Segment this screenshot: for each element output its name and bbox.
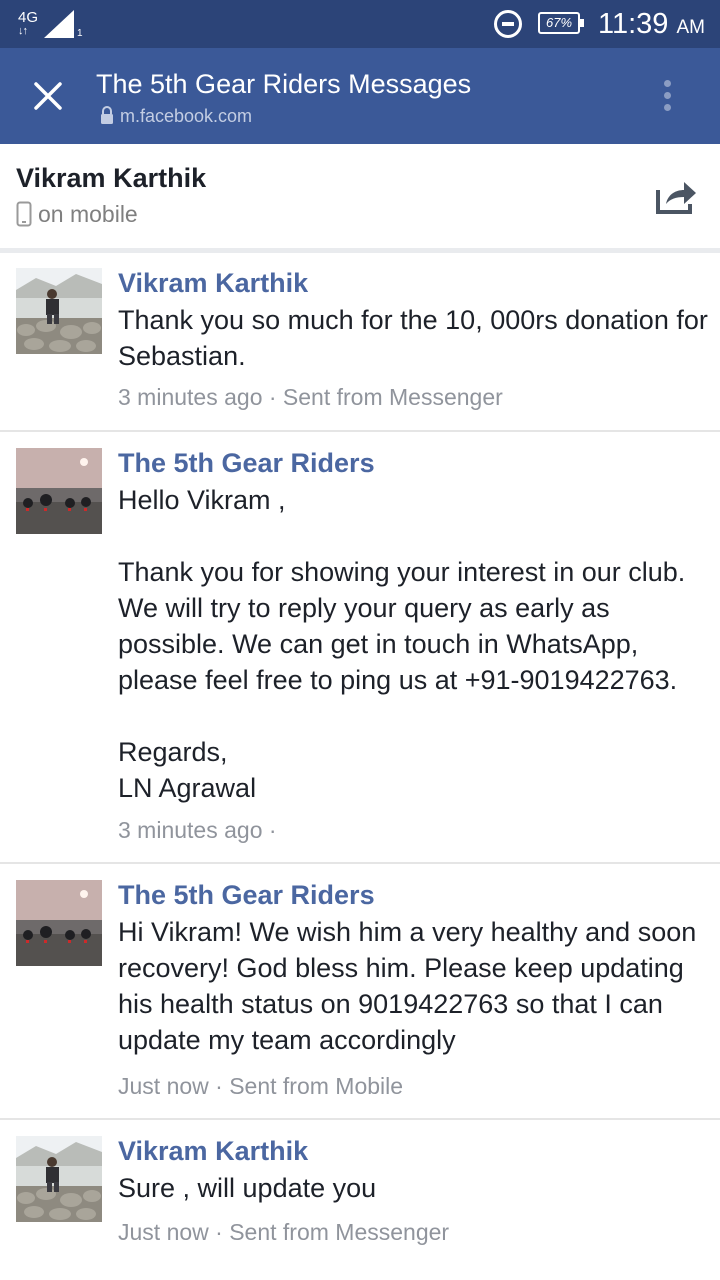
app-bar: The 5th Gear Riders Messages m.facebook.… [0, 48, 720, 144]
message-meta: 3 minutes ago · Sent from Messenger [118, 384, 503, 410]
do-not-disturb-icon [494, 10, 522, 38]
message-item: The 5th Gear Riders Hi Vikram! We wish h… [0, 864, 720, 1118]
avatar-image [16, 448, 102, 534]
network-activity-icon: ↓↑ [18, 25, 28, 37]
network-type: 4G [18, 9, 39, 26]
message-line: LN Agrawal [118, 773, 257, 803]
share-button[interactable] [654, 176, 698, 216]
message-text: Sure , will update you [118, 1170, 708, 1206]
message-text: Hello Vikram , Thank you for showing you… [118, 482, 708, 806]
message-meta: Just now · Sent from Mobile [118, 1073, 404, 1099]
conversation-header: Vikram Karthik on mobile [0, 144, 720, 248]
message-line: Thank you for showing your interest in o… [118, 557, 686, 695]
message-text: Hi Vikram! We wish him a very healthy an… [118, 914, 708, 1058]
page-url: m.facebook.com [100, 105, 252, 127]
clock: 11:39 AM [598, 7, 705, 45]
close-button[interactable] [24, 72, 72, 120]
message-line: Thank you so much for the 10, 000rs dona… [118, 305, 708, 371]
lock-icon [101, 106, 113, 124]
more-options-button[interactable] [654, 76, 682, 116]
presence-status: on mobile [16, 200, 138, 228]
clock-ampm: AM [676, 17, 705, 38]
conversation-name[interactable]: Vikram Karthik [16, 162, 206, 194]
more-vertical-icon-dot [664, 104, 671, 111]
message-author[interactable]: Vikram Karthik [118, 267, 308, 299]
avatar-vikram[interactable] [16, 268, 102, 354]
more-vertical-icon-dot [664, 92, 671, 99]
more-vertical-icon [664, 80, 671, 87]
phone-icon [16, 201, 32, 227]
avatar-image [16, 268, 102, 354]
message-meta: 3 minutes ago · [118, 817, 277, 843]
avatar-5th-gear-riders[interactable] [16, 448, 102, 534]
signal-icon [44, 10, 74, 38]
avatar-image [16, 880, 102, 966]
presence-status-text: on mobile [38, 201, 138, 227]
clock-time: 11:39 [598, 8, 669, 40]
status-bar: 4G ↓↑ 1 67% 11:39 AM [0, 0, 720, 48]
message-item: Vikram Karthik Sure , will update you Ju… [0, 1120, 720, 1280]
message-line [118, 518, 708, 554]
message-text: Thank you so much for the 10, 000rs dona… [118, 302, 708, 374]
message-line: Regards, [118, 737, 228, 767]
message-line: Hi Vikram! We wish him a very healthy an… [118, 917, 697, 1055]
avatar-image [16, 1136, 102, 1222]
page-title: The 5th Gear Riders Messages [96, 69, 472, 99]
page-url-text: m.facebook.com [120, 106, 253, 126]
close-icon [34, 82, 62, 110]
battery-icon: 67% [538, 12, 584, 34]
message-author[interactable]: The 5th Gear Riders [118, 879, 375, 911]
message-line: Sure , will update you [118, 1173, 377, 1203]
signal-sim-label: 1 [77, 28, 83, 39]
message-line [118, 698, 708, 734]
avatar-5th-gear-riders[interactable] [16, 880, 102, 966]
message-item: The 5th Gear Riders Hello Vikram , Thank… [0, 432, 720, 862]
message-line: Hello Vikram , [118, 485, 286, 515]
message-author[interactable]: Vikram Karthik [118, 1135, 308, 1167]
avatar-vikram[interactable] [16, 1136, 102, 1222]
message-meta: Just now · Sent from Messenger [118, 1219, 450, 1245]
message-author[interactable]: The 5th Gear Riders [118, 447, 375, 479]
share-icon [656, 182, 696, 214]
message-item: Vikram Karthik Thank you so much for the… [0, 253, 720, 431]
